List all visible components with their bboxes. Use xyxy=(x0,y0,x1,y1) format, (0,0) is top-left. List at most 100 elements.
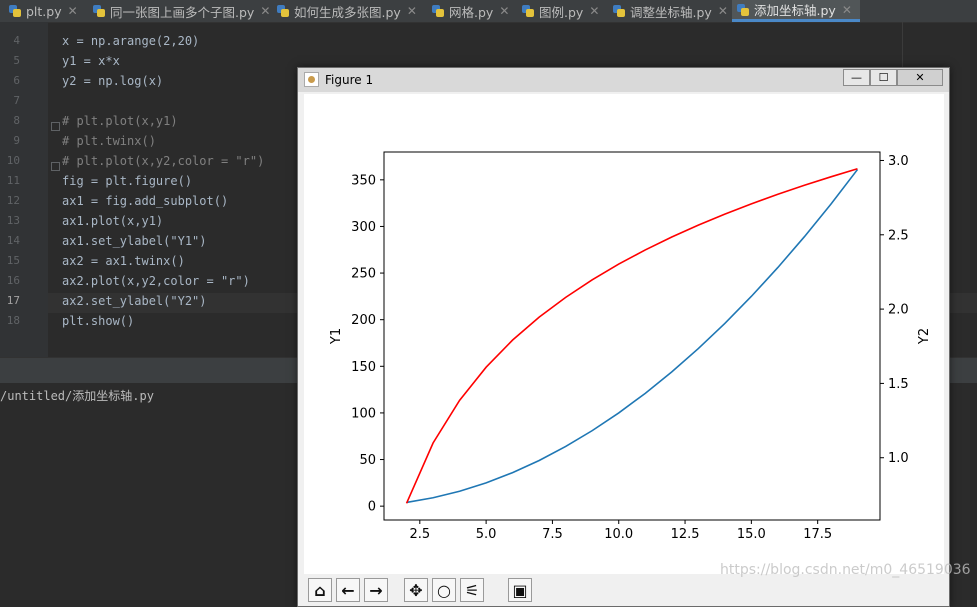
maximize-button[interactable]: ☐ xyxy=(870,69,897,86)
code-line: y2 = np.log(x) xyxy=(62,74,164,88)
python-file-icon xyxy=(276,4,290,18)
tab-label: 添加坐标轴.py xyxy=(754,3,836,18)
close-button[interactable]: ✕ xyxy=(897,69,943,86)
tab-label: 如何生成多张图.py xyxy=(294,4,401,20)
tab-grid[interactable]: 网格.py ✕ xyxy=(427,0,513,22)
tab-label: 图例.py xyxy=(539,4,584,20)
y2-tick-label: 1.5 xyxy=(888,377,909,392)
code-line: ax1.plot(x,y1) xyxy=(62,214,164,228)
python-file-icon xyxy=(612,4,626,18)
y2-tick-label: 2.0 xyxy=(888,303,909,318)
code-line: y1 = x*x xyxy=(62,54,120,68)
code-line: ax2 = ax1.twinx() xyxy=(62,254,185,268)
line-number: 9 xyxy=(13,134,20,147)
figure-window[interactable]: Figure 1 — ☐ ✕ 2.5 5.0 7.5 10.0 12.5 15.0 17.5… xyxy=(297,67,950,607)
series-line-y1 xyxy=(406,169,859,504)
tab-multiple-figures[interactable]: 如何生成多张图.py ✕ xyxy=(272,0,422,22)
y-tick-label: 100 xyxy=(351,406,376,421)
y2-tick-label: 1.0 xyxy=(888,451,909,466)
pan-icon[interactable]: ✥ xyxy=(404,578,428,602)
close-icon[interactable]: ✕ xyxy=(842,3,852,17)
minimize-button[interactable]: — xyxy=(843,69,870,86)
twin-axis-line-chart: 2.5 5.0 7.5 10.0 12.5 15.0 17.5 0 50 100 150 200 250… xyxy=(329,151,932,542)
code-line: ax1 = fig.add_subplot() xyxy=(62,194,229,208)
plot-area-frame xyxy=(383,151,881,521)
line-number: 4 xyxy=(13,34,20,47)
tab-label: plt.py xyxy=(26,3,62,19)
line-number: 16 xyxy=(6,274,20,287)
line-number: 11 xyxy=(6,174,20,187)
code-line: # plt.plot(x,y1) xyxy=(62,114,178,128)
y2-tick-label: 3.0 xyxy=(888,154,909,169)
x-tick-label: 7.5 xyxy=(542,527,563,542)
forward-arrow-icon[interactable]: → xyxy=(364,578,388,602)
x-tick-label: 5.0 xyxy=(476,527,497,542)
figure-canvas[interactable]: 2.5 5.0 7.5 10.0 12.5 15.0 17.5 0 50 100 150 200 250… xyxy=(304,94,944,574)
configure-subplots-icon[interactable]: ⚟ xyxy=(460,578,484,602)
y-tick-label: 50 xyxy=(359,453,376,468)
line-number: 10 xyxy=(6,154,20,167)
code-line: # plt.plot(x,y2,color = "r") xyxy=(62,154,265,168)
code-line: x = np.arange(2,20) xyxy=(62,34,200,48)
back-arrow-icon[interactable]: ← xyxy=(336,578,360,602)
y2-axis-label: Y2 xyxy=(917,328,932,345)
series-line-y2 xyxy=(405,168,858,504)
line-number: 14 xyxy=(6,234,20,247)
x-tick-label: 17.5 xyxy=(803,527,832,542)
figure-title: Figure 1 xyxy=(325,73,374,87)
tab-multiple-subplots[interactable]: 同一张图上画多个子图.py ✕ xyxy=(88,0,270,22)
save-icon[interactable]: ▣ xyxy=(508,578,532,602)
line-number: 7 xyxy=(13,94,20,107)
zoom-icon[interactable]: ○ xyxy=(432,578,456,602)
python-file-icon xyxy=(431,4,445,18)
x-tick-label: 2.5 xyxy=(409,527,430,542)
y-tick-label: 350 xyxy=(351,173,376,188)
close-icon[interactable]: ✕ xyxy=(499,4,509,18)
line-number: 5 xyxy=(13,54,20,67)
close-icon[interactable]: ✕ xyxy=(718,4,728,18)
tab-plt[interactable]: plt.py ✕ xyxy=(4,0,86,22)
figure-title-bar[interactable]: Figure 1 — ☐ ✕ xyxy=(298,68,949,92)
code-line: # plt.twinx() xyxy=(62,134,156,148)
python-file-icon xyxy=(521,4,535,18)
close-icon[interactable]: ✕ xyxy=(407,4,417,18)
x-tick-label: 15.0 xyxy=(737,527,766,542)
figure-toolbar: ⌂ ← → ✥ ○ ⚟ ▣ xyxy=(304,574,944,604)
run-output-path: /untitled/添加坐标轴.py xyxy=(0,389,154,403)
line-number-gutter: 4 5 6 7 8 9 10 11 12 13 14 15 16 17 18 xyxy=(0,22,48,357)
tab-legend[interactable]: 图例.py ✕ xyxy=(517,0,603,22)
line-number: 8 xyxy=(13,114,20,127)
tab-label: 同一张图上画多个子图.py xyxy=(110,4,255,20)
code-line: ax1.set_ylabel("Y1") xyxy=(62,234,207,248)
tab-label: 网格.py xyxy=(449,4,494,20)
line-number: 12 xyxy=(6,194,20,207)
matplotlib-icon xyxy=(304,72,319,87)
close-icon[interactable]: ✕ xyxy=(589,4,599,18)
fold-marker-icon[interactable] xyxy=(51,122,60,131)
close-icon[interactable]: ✕ xyxy=(68,4,78,18)
x-tick-label: 12.5 xyxy=(671,527,700,542)
python-file-icon xyxy=(92,4,106,18)
watermark: https://blog.csdn.net/m0_46519036 xyxy=(720,562,971,578)
code-line: ax2.plot(x,y2,color = "r") xyxy=(62,274,250,288)
home-icon[interactable]: ⌂ xyxy=(308,578,332,602)
code-line: fig = plt.figure() xyxy=(62,174,193,188)
code-line: ax2.set_ylabel("Y2") xyxy=(62,294,207,308)
code-line: plt.show() xyxy=(62,314,135,328)
tab-adjust-axes[interactable]: 调整坐标轴.py ✕ xyxy=(608,0,728,22)
line-number: 6 xyxy=(13,74,20,87)
line-number: 17 xyxy=(6,294,20,307)
line-number: 15 xyxy=(6,254,20,267)
y-tick-label: 0 xyxy=(368,500,376,515)
line-number: 18 xyxy=(6,314,20,327)
y-tick-label: 150 xyxy=(351,360,376,375)
y-tick-label: 250 xyxy=(351,267,376,282)
close-icon[interactable]: ✕ xyxy=(260,4,270,18)
y2-tick-label: 2.5 xyxy=(888,228,909,243)
python-file-icon xyxy=(8,4,22,18)
tab-add-axes[interactable]: 添加坐标轴.py ✕ xyxy=(732,0,860,22)
y-axis-label: Y1 xyxy=(329,328,344,345)
y-tick-label: 200 xyxy=(351,313,376,328)
line-number: 13 xyxy=(6,214,20,227)
fold-marker-icon[interactable] xyxy=(51,162,60,171)
